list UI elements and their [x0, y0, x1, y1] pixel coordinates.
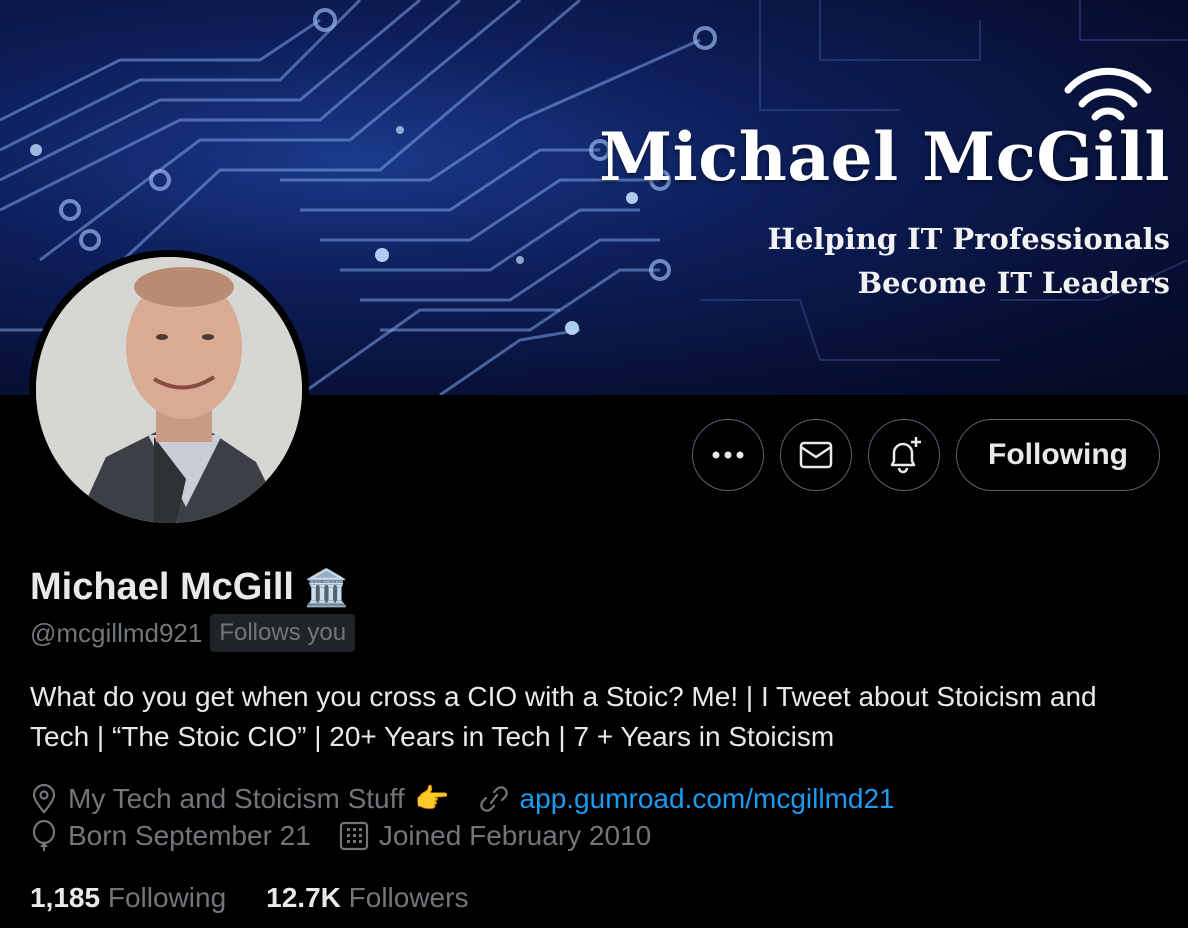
handle-row: @mcgillmd921 Follows you — [30, 614, 356, 652]
followers-count: 12.7K — [266, 882, 341, 913]
following-stat[interactable]: 1,185 Following — [30, 882, 226, 914]
calendar-icon — [339, 821, 368, 851]
pointing-hand-icon: 👉 — [414, 783, 450, 814]
website-link[interactable]: app.gumroad.com/mcgillmd21 — [520, 783, 895, 815]
website-item: app.gumroad.com/mcgillmd21 — [478, 783, 895, 815]
more-icon — [712, 451, 744, 459]
wifi-icon — [1064, 67, 1152, 121]
following-button[interactable]: Following — [956, 419, 1160, 491]
profile-meta-row-1: My Tech and Stoicism Stuff 👉 app.gumroad… — [30, 782, 923, 815]
profile-bio: What do you get when you cross a CIO wit… — [30, 681, 1097, 752]
birthday-text: Born September 21 — [68, 820, 311, 851]
profile-meta-row-2: Born September 21 Joined February 2010 — [30, 820, 679, 852]
link-icon — [479, 785, 508, 812]
location-text: My Tech and Stoicism Stuff — [68, 782, 405, 814]
profile-actions: Following — [692, 419, 1160, 491]
balloon-icon — [32, 820, 56, 851]
followers-stat[interactable]: 12.7K Followers — [266, 882, 468, 914]
follow-stats: 1,185 Following 12.7K Followers — [30, 882, 468, 914]
banner-title: Michael McGill — [599, 118, 1170, 196]
joined-item: Joined February 2010 — [339, 820, 651, 852]
banner-tagline-line2: Become IT Leaders — [857, 266, 1170, 300]
bell-plus-icon — [890, 437, 921, 474]
notify-button[interactable] — [868, 419, 940, 491]
banner-tagline-line1: Helping IT Professionals — [767, 222, 1170, 256]
display-name-text: Michael McGill — [30, 566, 294, 608]
location-item: My Tech and Stoicism Stuff 👉 — [30, 782, 450, 815]
joined-text: Joined February 2010 — [378, 820, 652, 851]
more-button[interactable] — [692, 419, 764, 491]
avatar-photo — [36, 257, 302, 523]
birthday-item: Born September 21 — [30, 820, 311, 852]
user-handle: @mcgillmd921 — [30, 617, 203, 648]
bank-emoji-icon: 🏛️ — [303, 566, 349, 608]
display-name: Michael McGill 🏛️ — [30, 566, 349, 609]
followers-label: Followers — [348, 882, 469, 913]
location-pin-icon — [32, 783, 56, 814]
message-button[interactable] — [780, 419, 852, 491]
following-count: 1,185 — [30, 882, 101, 913]
envelope-icon — [799, 441, 833, 469]
follows-you-badge: Follows you — [210, 614, 356, 652]
following-label: Following — [107, 882, 227, 913]
avatar[interactable] — [29, 250, 309, 530]
